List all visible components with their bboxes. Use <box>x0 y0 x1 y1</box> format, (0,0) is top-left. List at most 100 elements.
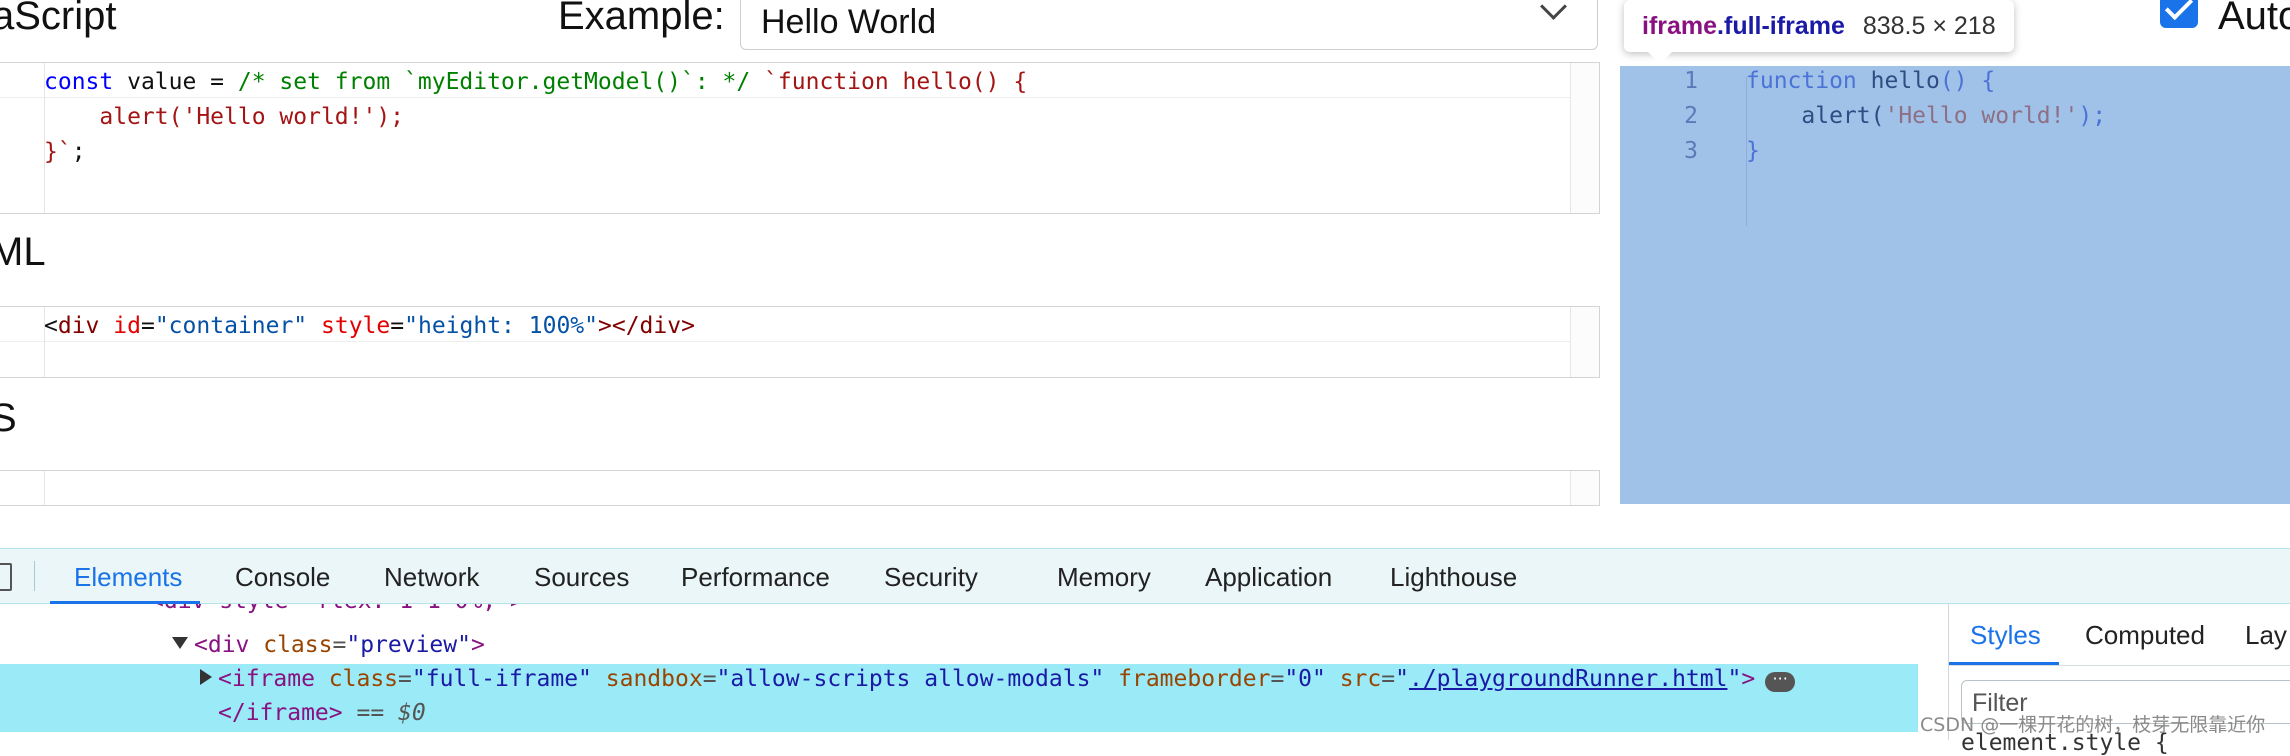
editor-scrollbar[interactable] <box>1570 307 1599 377</box>
dom-node-preview-div[interactable]: <div class="preview"> <box>172 632 485 658</box>
token-string: }` <box>44 139 72 165</box>
tab-memory[interactable]: Memory <box>1057 562 1151 593</box>
dom-attr: frameborder <box>1104 666 1271 692</box>
tooltip-arrow <box>1646 50 1674 64</box>
example-select[interactable]: Hello World <box>740 0 1598 50</box>
dom-tag: <iframe <box>218 666 315 692</box>
dom-node-iframe[interactable]: <iframe class="full-iframe" sandbox="all… <box>200 666 1796 692</box>
tab-application[interactable]: Application <box>1205 562 1332 593</box>
dom-attr-value: "full-iframe" <box>411 666 592 692</box>
dom-tag: </iframe> <box>218 700 343 726</box>
dom-quote: " <box>1727 666 1742 692</box>
token-identifier: alert( <box>1746 103 1885 129</box>
dom-attr: class <box>314 666 399 692</box>
dom-tag: > <box>470 632 485 658</box>
ellipsis-icon[interactable]: ··· <box>1765 671 1796 692</box>
dom-node-iframe-close[interactable]: </iframe> == $0 <box>218 700 426 726</box>
tooltip-size: 838.5 × 218 <box>1862 11 1996 40</box>
dom-attr-value: "preview" <box>346 632 471 658</box>
token-string: `function hello() { <box>750 69 1028 95</box>
dom-tag-text: <div style="flex: 1 1 0%;"> <box>150 604 524 614</box>
token-attr-value: "height: 100%" <box>404 313 598 339</box>
javascript-code: const value = /* set from `myEditor.getM… <box>44 65 1027 170</box>
token-punctuation: () { <box>1939 68 1996 94</box>
html-code: <div id="container" style="height: 100%"… <box>44 313 695 339</box>
tab-elements[interactable]: Elements <box>74 562 182 593</box>
css-section-label: S <box>0 396 17 440</box>
token-string: alert('Hello world!'); <box>44 104 405 130</box>
token-identifier: hello <box>1856 68 1940 94</box>
tab-lighthouse[interactable]: Lighthouse <box>1390 562 1517 593</box>
css-editor[interactable] <box>0 470 1600 506</box>
dom-attr: class <box>249 632 333 658</box>
token-comment: /* set from `myEditor.getModel()`: */ <box>237 69 751 95</box>
dom-attr-value: "0" <box>1284 666 1326 692</box>
line-number: 1 <box>1684 68 1698 94</box>
dom-dollar0: $0 <box>398 700 426 726</box>
editor-gutter-border <box>44 471 1571 505</box>
preview-code-line-3: } <box>1746 138 1760 164</box>
dom-attr: sandbox <box>591 666 703 692</box>
tab-console[interactable]: Console <box>235 562 330 593</box>
editor-scrollbar[interactable] <box>1570 63 1599 213</box>
javascript-section-label: aScript <box>0 0 117 38</box>
dom-node-flex-div[interactable]: <div style="flex: 1 1 0%;"> <box>150 604 524 614</box>
tab-security[interactable]: Security <box>884 562 978 593</box>
code-line-1: const value = /* set from `myEditor.getM… <box>44 69 1027 95</box>
dom-tag: > <box>1741 666 1756 692</box>
token-keyword: const <box>44 69 114 95</box>
elements-dom-tree: <div style="flex: 1 1 0%;"> <div class="… <box>0 604 1918 740</box>
code-line-2: alert('Hello world!'); <box>44 104 404 130</box>
preview-iframe-highlight[interactable]: 1 function hello() { 2 alert('Hello worl… <box>1620 66 2290 504</box>
token-tag: ></div> <box>598 313 695 339</box>
tooltip-element-name: iframe.full-iframe <box>1642 12 1845 41</box>
token-string: 'Hello world!' <box>1884 103 2079 129</box>
expand-triangle-icon[interactable] <box>172 637 188 649</box>
token-punctuation: ; <box>71 139 86 165</box>
token-bracket: < <box>44 313 58 339</box>
token-attr: id <box>113 313 141 339</box>
code-line-3: }`; <box>44 139 86 165</box>
devtools-tabbar: Elements Console Network Sources Perform… <box>0 548 2290 604</box>
token-attr-value: "container" <box>154 313 308 339</box>
tooltip-class: .full-iframe <box>1717 11 1845 40</box>
line-number: 2 <box>1684 103 1698 129</box>
token-attr: style <box>321 313 391 339</box>
html-section-label: ML <box>0 230 46 274</box>
auto-run-checkbox[interactable] <box>2160 0 2198 28</box>
tooltip-tag: iframe <box>1642 11 1718 40</box>
dom-eq: == <box>342 700 399 726</box>
tab-styles[interactable]: Styles <box>1970 620 2041 651</box>
watermark: CSDN @一棵开花的树，枝芽无限靠近你 <box>1920 714 2266 736</box>
device-toolbar-icon[interactable] <box>0 563 12 591</box>
html-editor[interactable]: <div id="container" style="height: 100%"… <box>0 306 1600 378</box>
dom-src-link[interactable]: ./playgroundRunner.html <box>1409 666 1728 692</box>
tab-computed[interactable]: Computed <box>2085 620 2205 651</box>
dom-quote: " <box>1395 666 1409 692</box>
dom-attr: src <box>1325 666 1382 692</box>
token-tag: div <box>57 313 100 339</box>
toolbar-divider <box>34 561 35 591</box>
preview-code-line-2: alert('Hello world!'); <box>1746 103 2106 129</box>
example-label: Example: <box>558 0 725 38</box>
tab-performance[interactable]: Performance <box>681 562 830 593</box>
tab-layout[interactable]: Lay <box>2245 620 2287 651</box>
token-punctuation: } <box>1746 138 1760 164</box>
divider <box>1949 665 2290 666</box>
token-identifier: value = <box>113 69 238 95</box>
tab-network[interactable]: Network <box>384 562 479 593</box>
tab-sources[interactable]: Sources <box>534 562 629 593</box>
dom-attr-value: "allow-scripts allow-modals" <box>716 666 1105 692</box>
javascript-editor[interactable]: const value = /* set from `myEditor.getM… <box>0 62 1600 214</box>
editor-scrollbar[interactable] <box>1570 471 1599 505</box>
dom-tag: <div <box>194 632 250 658</box>
auto-run-label: Auto <box>2218 0 2290 38</box>
collapse-triangle-icon[interactable] <box>200 669 212 685</box>
chevron-down-icon <box>1540 0 1567 20</box>
element-inspect-tooltip: iframe.full-iframe 838.5 × 218 <box>1624 0 2014 52</box>
example-select-value: Hello World <box>761 3 937 41</box>
line-number: 3 <box>1684 138 1698 164</box>
preview-code-line-1: function hello() { <box>1746 68 1995 94</box>
token-punctuation: ); <box>2078 103 2107 129</box>
token-keyword: function <box>1746 68 1857 94</box>
